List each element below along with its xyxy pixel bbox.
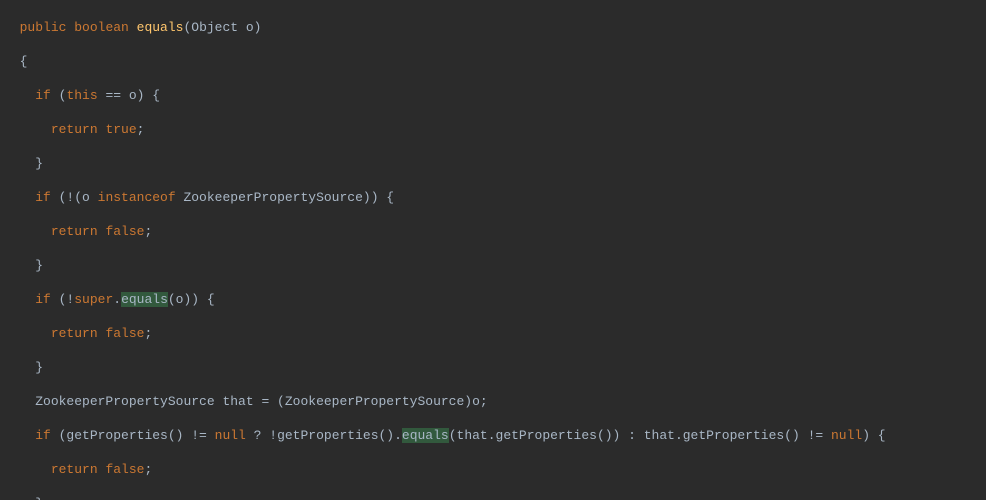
keyword: false: [105, 326, 144, 341]
keyword: false: [105, 462, 144, 477]
brace: }: [35, 258, 43, 273]
code-line[interactable]: }: [0, 359, 986, 376]
code-line[interactable]: if (!(o instanceof ZookeeperPropertySour…: [0, 189, 986, 206]
keyword: if: [35, 88, 51, 103]
keyword: null: [831, 428, 862, 443]
code-line[interactable]: return false;: [0, 325, 986, 342]
code-line[interactable]: return false;: [0, 223, 986, 240]
code-line[interactable]: return true;: [0, 121, 986, 138]
code-line[interactable]: return false;: [0, 461, 986, 478]
code-line[interactable]: if (this == o) {: [0, 87, 986, 104]
code-text: ZookeeperPropertySource that = (Zookeepe…: [35, 394, 487, 409]
keyword: boolean: [74, 20, 129, 35]
keyword: instanceof: [98, 190, 176, 205]
method-name: equals: [137, 20, 184, 35]
code-text: (o)) {: [168, 292, 215, 307]
keyword: this: [66, 88, 97, 103]
code-text: (that.getProperties()) : that.getPropert…: [449, 428, 831, 443]
keyword: public: [20, 20, 67, 35]
code-text: (Object o): [183, 20, 261, 35]
code-text: (!: [51, 292, 74, 307]
code-line[interactable]: }: [0, 257, 986, 274]
keyword: if: [35, 292, 51, 307]
keyword: return: [51, 122, 98, 137]
code-line[interactable]: }: [0, 495, 986, 500]
keyword: false: [105, 224, 144, 239]
code-line[interactable]: ZookeeperPropertySource that = (Zookeepe…: [0, 393, 986, 410]
keyword: true: [105, 122, 136, 137]
keyword: if: [35, 190, 51, 205]
code-text: == o) {: [98, 88, 160, 103]
keyword: return: [51, 462, 98, 477]
keyword: return: [51, 326, 98, 341]
highlight-occurrence: equals: [402, 428, 449, 443]
brace: }: [35, 360, 43, 375]
code-text: (!(o: [51, 190, 98, 205]
keyword: return: [51, 224, 98, 239]
brace: {: [20, 54, 28, 69]
brace: }: [35, 156, 43, 171]
code-editor[interactable]: public boolean equals(Object o) { if (th…: [0, 0, 986, 500]
code-line[interactable]: }: [0, 155, 986, 172]
highlight-occurrence: equals: [121, 292, 168, 307]
code-text: (getProperties() !=: [51, 428, 215, 443]
code-text: ? !getProperties().: [246, 428, 402, 443]
brace: }: [35, 496, 43, 500]
keyword: if: [35, 428, 51, 443]
code-line[interactable]: if (!super.equals(o)) {: [0, 291, 986, 308]
code-text: .: [113, 292, 121, 307]
keyword: null: [215, 428, 246, 443]
code-line[interactable]: public boolean equals(Object o): [0, 19, 986, 36]
code-text: ) {: [862, 428, 885, 443]
code-line[interactable]: if (getProperties() != null ? !getProper…: [0, 427, 986, 444]
keyword: super: [74, 292, 113, 307]
code-line[interactable]: {: [0, 53, 986, 70]
code-text: ZookeeperPropertySource)) {: [176, 190, 394, 205]
